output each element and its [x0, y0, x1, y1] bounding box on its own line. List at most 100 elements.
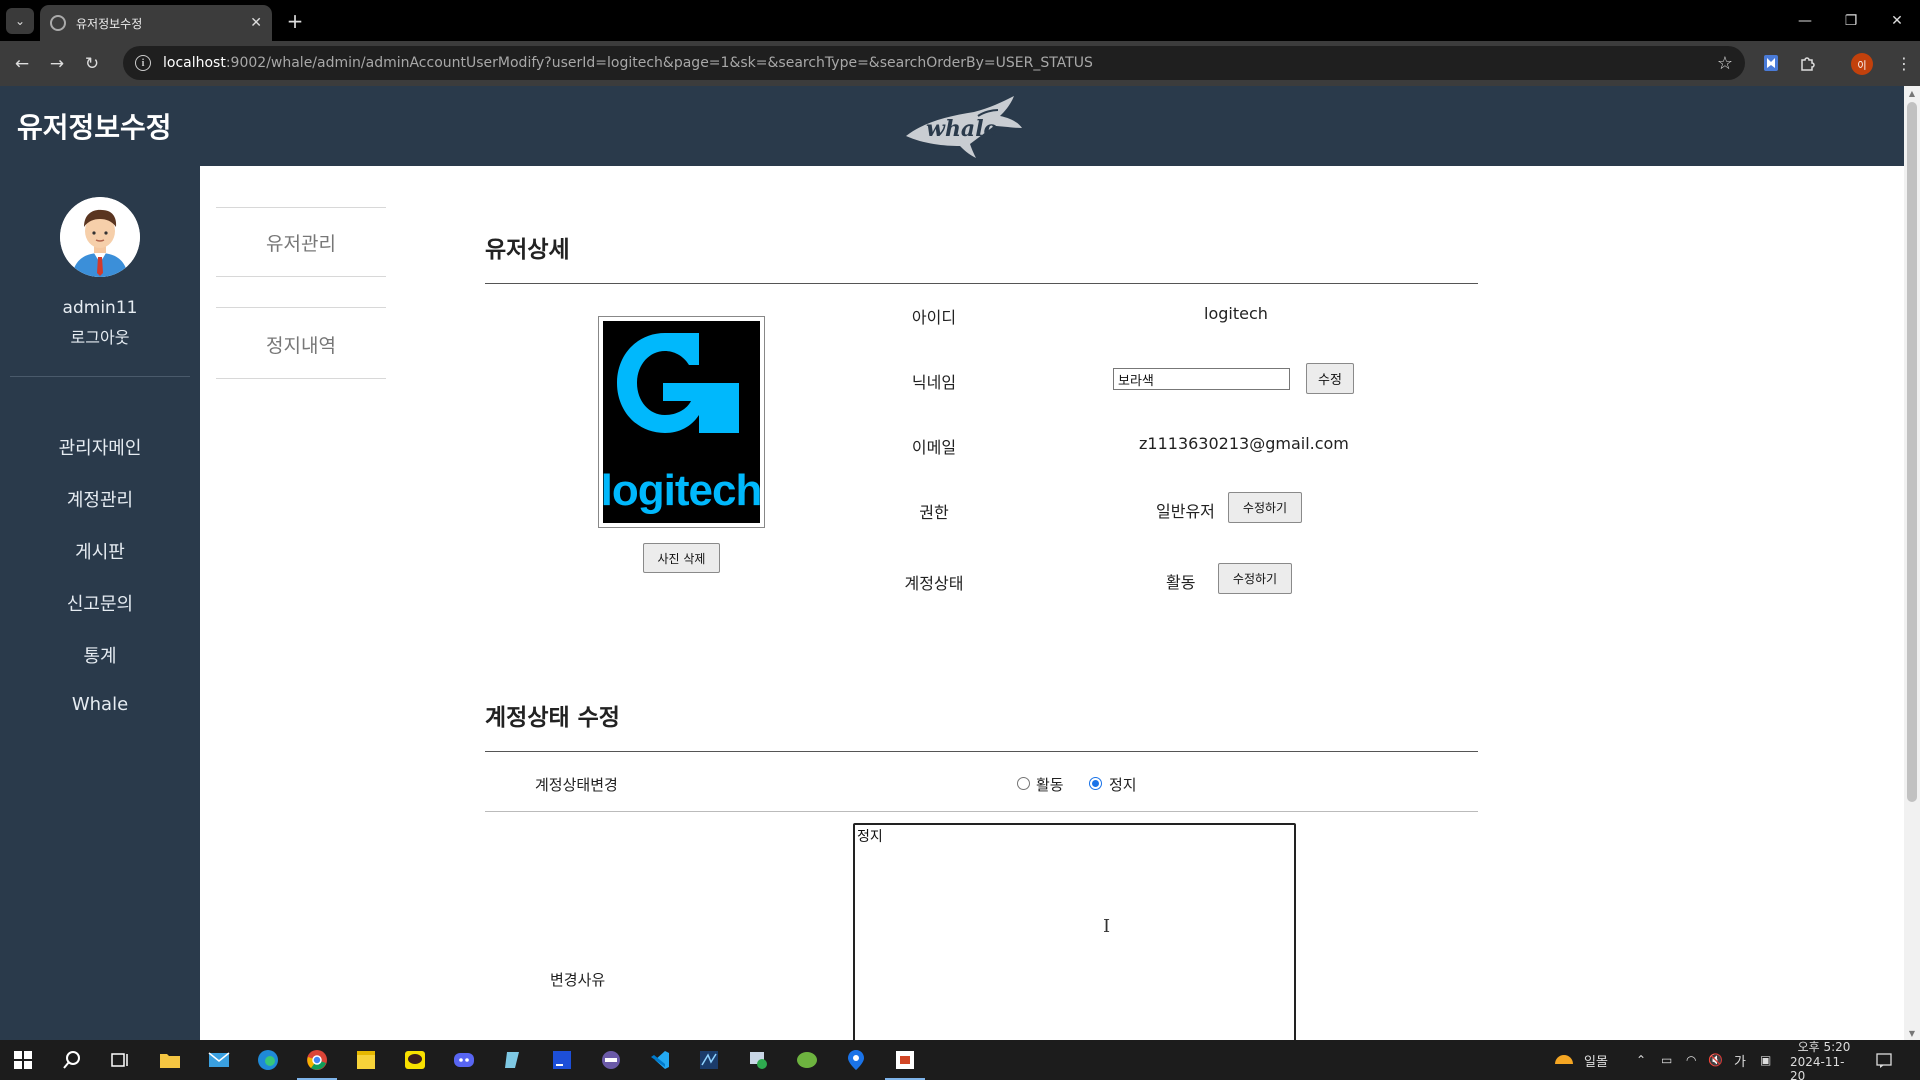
restore-button[interactable]: ❐ [1828, 0, 1874, 41]
minimize-button[interactable]: — [1782, 0, 1828, 41]
close-icon: ✕ [1891, 12, 1903, 29]
arrow-left-icon: ← [14, 54, 30, 74]
status-change-label: 계정상태변경 [535, 776, 618, 794]
media-player-icon[interactable] [744, 1046, 772, 1074]
chevron-down-icon: ⌄ [14, 14, 26, 28]
notifications-icon[interactable] [1876, 1040, 1892, 1080]
delete-photo-button[interactable]: 사진 삭제 [643, 543, 720, 573]
nickname-edit-button[interactable]: 수정 [1306, 363, 1354, 394]
status-radio-suspended-label[interactable]: 정지 [1109, 774, 1137, 795]
nickname-input[interactable] [1113, 368, 1290, 390]
ime-mode-icon[interactable]: ▣ [1760, 1040, 1771, 1080]
page-scrollbar[interactable]: ▲ ▼ [1904, 86, 1920, 1040]
search-icon[interactable] [58, 1046, 86, 1074]
more-menu-icon[interactable]: ⋮ [1893, 52, 1915, 74]
subnav-divider [216, 307, 386, 308]
whale-logo[interactable]: whale [904, 92, 1024, 160]
subnav-user-management[interactable]: 유저관리 [216, 229, 386, 256]
logout-link[interactable]: 로그아웃 [0, 324, 200, 348]
clock-time: 오후 5:20 [1797, 1039, 1851, 1054]
powerpoint-icon[interactable] [885, 1046, 925, 1080]
vscode-icon[interactable] [646, 1046, 674, 1074]
sticky-notes-icon[interactable] [352, 1046, 380, 1074]
browser-tab[interactable]: 유저정보수정 ✕ [40, 5, 272, 41]
status-radio-suspended[interactable] [1089, 777, 1102, 790]
text-cursor-icon: I [1103, 916, 1111, 937]
close-window-button[interactable]: ✕ [1874, 0, 1920, 41]
sidebar-item-whale[interactable]: Whale [0, 694, 200, 715]
subnav-suspension-history[interactable]: 정지내역 [216, 331, 386, 358]
row-divider [485, 811, 1478, 812]
sidebar-item-stats[interactable]: 통계 [0, 642, 200, 668]
browser-tab-strip: ⌄ 유저정보수정 ✕ + — ❐ ✕ [0, 0, 1920, 41]
kakaotalk-icon[interactable] [401, 1046, 429, 1074]
sidebar-divider [10, 376, 190, 377]
site-info-icon[interactable]: i [135, 55, 151, 71]
sidebar-item-account[interactable]: 계정관리 [0, 486, 200, 512]
network-icon[interactable]: ◠ [1686, 1040, 1696, 1080]
notepad-icon[interactable] [499, 1046, 527, 1074]
windows-taskbar: 일몰 ⌃ ▭ ◠ 🔇 가 ▣ 오후 5:20 2024-11-20 [0, 1040, 1920, 1080]
bookmark-star-icon[interactable]: ☆ [1717, 53, 1733, 74]
new-tab-button[interactable]: + [282, 8, 308, 34]
web-page: 유저정보수정 whale admin11 로그아웃 관리자메인 계정관리 게시판… [0, 86, 1904, 1040]
windows-start-icon[interactable] [9, 1046, 37, 1074]
volume-muted-icon[interactable]: 🔇 [1708, 1040, 1723, 1080]
sidebar: admin11 로그아웃 관리자메인 계정관리 게시판 신고문의 통계 Whal… [0, 166, 200, 1040]
admin-name: admin11 [62, 298, 138, 318]
forward-button[interactable]: → [43, 50, 71, 78]
reload-button[interactable]: ↻ [78, 50, 106, 78]
close-tab-icon[interactable]: ✕ [250, 15, 262, 31]
profile-avatar[interactable]: 이 [1851, 53, 1873, 75]
spring-tool-icon[interactable] [793, 1046, 821, 1074]
chrome-browser-icon[interactable] [297, 1046, 337, 1080]
minimize-icon: — [1798, 12, 1812, 29]
sidebar-item-reports[interactable]: 신고문의 [0, 590, 200, 616]
ime-indicator[interactable]: 가 [1734, 1040, 1746, 1080]
address-bar[interactable]: i localhost:9002/whale/admin/adminAccoun… [123, 46, 1745, 80]
user-detail-title: 유저상세 [485, 237, 570, 263]
scroll-up-icon[interactable]: ▲ [1904, 86, 1920, 100]
section-divider [485, 283, 1478, 284]
scrollbar-thumb[interactable] [1907, 102, 1917, 802]
role-edit-button[interactable]: 수정하기 [1228, 492, 1302, 523]
maps-pin-icon[interactable] [842, 1046, 870, 1074]
mail-app-icon[interactable] [205, 1046, 233, 1074]
clock[interactable]: 오후 5:20 2024-11-20 [1790, 1040, 1858, 1080]
profile-photo: logitech [598, 316, 765, 528]
tray-overflow-chevron-icon[interactable]: ⌃ [1636, 1040, 1646, 1080]
role-value: 일반유저 [1156, 502, 1215, 521]
mysql-workbench-icon[interactable] [695, 1046, 723, 1074]
role-label: 권한 [919, 503, 949, 522]
reason-textarea[interactable]: 정지 [853, 823, 1296, 1040]
task-view-icon[interactable] [107, 1046, 135, 1074]
status-edit-button[interactable]: 수정하기 [1218, 563, 1292, 594]
discord-icon[interactable] [450, 1046, 478, 1074]
page-title: 유저정보수정 [17, 111, 172, 144]
status-edit-title: 계정상태 수정 [485, 705, 620, 731]
extension-bookmark-icon[interactable] [1760, 52, 1782, 74]
nickname-label: 닉네임 [911, 373, 957, 392]
jetbrains-icon[interactable] [548, 1046, 576, 1074]
plus-icon: + [286, 9, 304, 33]
tab-search-button[interactable]: ⌄ [6, 8, 34, 34]
scroll-down-icon[interactable]: ▼ [1904, 1026, 1920, 1040]
reason-label: 변경사유 [550, 971, 606, 989]
weather-widget[interactable]: 일몰 [1552, 1040, 1608, 1080]
edge-browser-icon[interactable] [254, 1046, 282, 1074]
status-radio-active-label[interactable]: 활동 [1036, 774, 1064, 795]
restore-icon: ❐ [1844, 12, 1858, 29]
clock-date: 2024-11-20 [1790, 1054, 1845, 1080]
status-label: 계정상태 [904, 574, 964, 593]
file-explorer-icon[interactable] [156, 1046, 184, 1074]
sidebar-item-board[interactable]: 게시판 [0, 538, 200, 564]
back-button[interactable]: ← [8, 50, 36, 78]
url-path: :9002/whale/admin/adminAccountUserModify… [225, 55, 1093, 71]
id-value: logitech [1204, 304, 1268, 323]
url-text[interactable]: localhost:9002/whale/admin/adminAccountU… [163, 55, 1717, 71]
sidebar-item-admin-main[interactable]: 관리자메인 [0, 434, 200, 460]
extensions-puzzle-icon[interactable] [1797, 52, 1819, 74]
database-tool-icon[interactable] [597, 1046, 625, 1074]
status-radio-active[interactable] [1017, 777, 1030, 790]
battery-icon[interactable]: ▭ [1661, 1040, 1672, 1080]
